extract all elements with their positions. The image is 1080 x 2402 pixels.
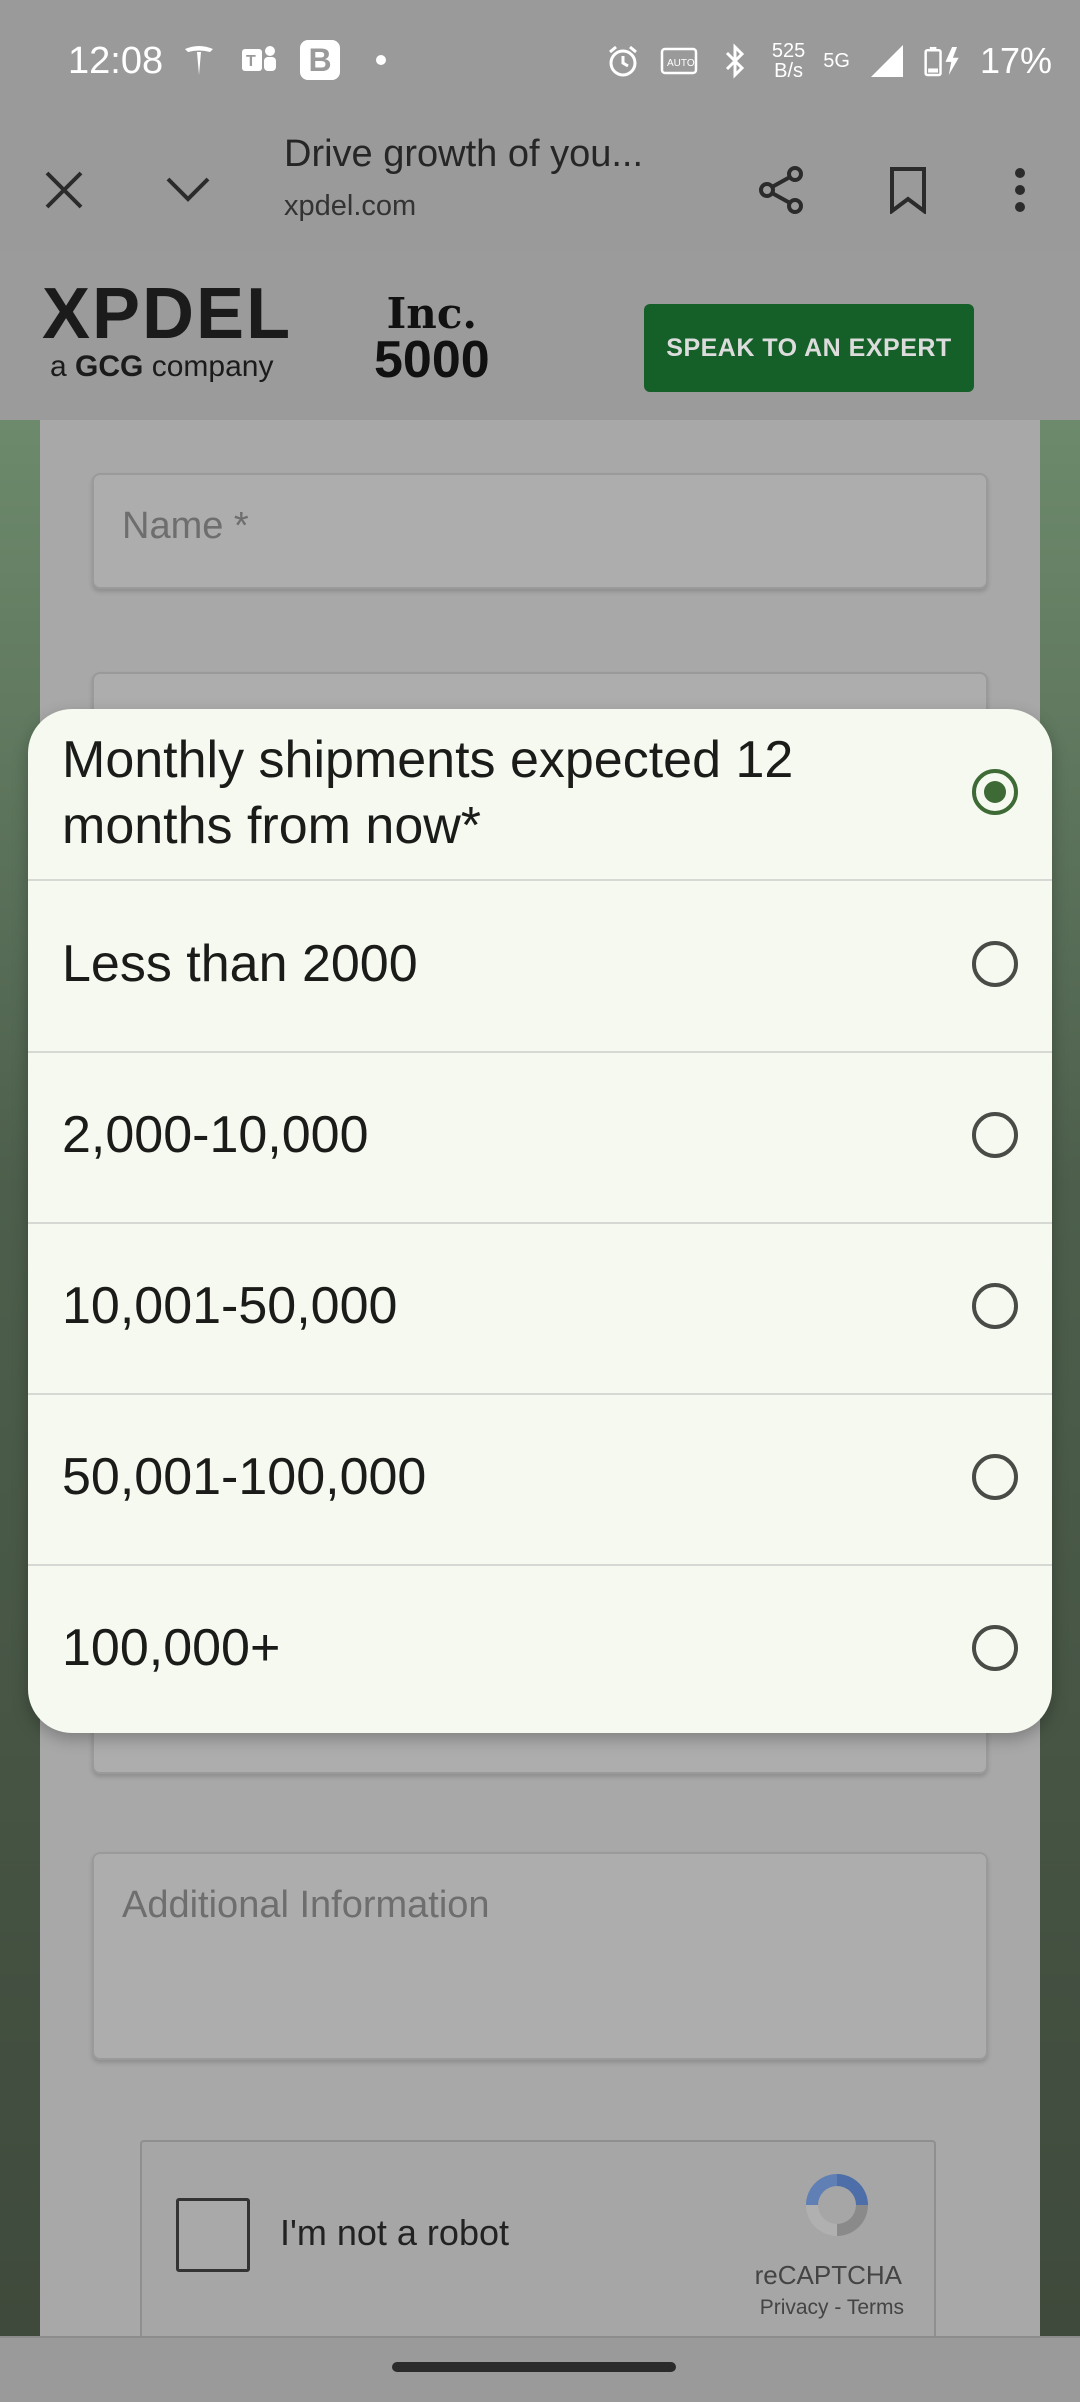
option-item[interactable]: 50,001-100,000 bbox=[28, 1394, 1052, 1566]
status-time: 12:08 bbox=[68, 40, 164, 82]
name-placeholder: Name * bbox=[122, 505, 249, 547]
notification-icons: T B bbox=[180, 40, 400, 80]
dot-icon bbox=[362, 41, 400, 79]
tesla-icon bbox=[180, 41, 218, 79]
recaptcha-label: I'm not a robot bbox=[280, 2212, 509, 2253]
share-button[interactable] bbox=[740, 148, 824, 232]
option-item[interactable]: 10,001-50,000 bbox=[28, 1223, 1052, 1395]
home-gesture-bar[interactable] bbox=[392, 2362, 676, 2372]
battery-percent: 17% bbox=[979, 40, 1052, 81]
net-speed: 525 B/s bbox=[772, 41, 805, 81]
option-item[interactable]: Monthly shipments expected 12 months fro… bbox=[28, 709, 1052, 881]
more-options-button[interactable] bbox=[978, 148, 1062, 232]
additional-info-field[interactable]: Additional Information bbox=[92, 1852, 988, 2060]
radio-unchecked-icon[interactable] bbox=[972, 1454, 1018, 1500]
radio-unchecked-icon[interactable] bbox=[972, 1625, 1018, 1671]
additional-info-placeholder: Additional Information bbox=[122, 1884, 490, 1926]
option-item[interactable]: Less than 2000 bbox=[28, 881, 1052, 1053]
recaptcha-links[interactable]: Privacy - Terms bbox=[760, 2296, 904, 2320]
signal-icon bbox=[868, 42, 906, 80]
battery-charging-icon bbox=[924, 42, 962, 80]
logo-tagline: a GCG company bbox=[50, 350, 292, 384]
network-type: 5G bbox=[823, 50, 850, 72]
recaptcha-brand: reCAPTCHA bbox=[754, 2260, 902, 2290]
bookmark-icon bbox=[890, 167, 926, 214]
option-label: Less than 2000 bbox=[62, 935, 418, 993]
recaptcha-icon bbox=[806, 2174, 868, 2236]
svg-text:T: T bbox=[246, 53, 256, 70]
tagline-bold: GCG bbox=[75, 350, 144, 383]
option-label: 100,000+ bbox=[62, 1619, 281, 1677]
net-speed-value: 525 bbox=[771, 40, 806, 62]
auto-hz-icon: AUTO bbox=[660, 42, 698, 80]
speak-to-expert-button[interactable]: SPEAK TO AN EXPERT bbox=[644, 304, 974, 392]
tagline-prefix: a bbox=[50, 350, 67, 383]
inc-5000-badge: Inc. 5000 bbox=[374, 289, 490, 389]
chevron-down-icon bbox=[166, 177, 210, 202]
radio-unchecked-icon[interactable] bbox=[972, 941, 1018, 987]
inc-number: 5000 bbox=[374, 331, 490, 389]
bluetooth-icon bbox=[716, 42, 754, 80]
system-nav-bar bbox=[0, 2336, 1080, 2402]
option-label: 50,001-100,000 bbox=[62, 1448, 427, 1506]
tagline-suffix: company bbox=[151, 350, 274, 383]
recaptcha-widget: I'm not a robot reCAPTCHA Privacy - Term… bbox=[140, 2140, 936, 2340]
status-bar: 12:08 T B AUTO 525 B/s 5G 17% bbox=[0, 0, 1080, 128]
b-app-icon: B bbox=[300, 40, 340, 80]
teams-icon: T bbox=[240, 41, 278, 79]
system-icons: AUTO 525 B/s 5G 17% bbox=[604, 40, 1052, 82]
option-item[interactable]: 100,000+ bbox=[28, 1565, 1052, 1733]
radio-unchecked-icon[interactable] bbox=[972, 1112, 1018, 1158]
page-url[interactable]: xpdel.com bbox=[284, 190, 416, 223]
option-label: 10,001-50,000 bbox=[62, 1277, 398, 1335]
recaptcha-checkbox[interactable] bbox=[176, 2198, 250, 2272]
close-icon bbox=[45, 171, 83, 209]
site-header: XPDEL a GCG company Inc. 5000 SPEAK TO A… bbox=[0, 252, 1080, 420]
share-icon bbox=[759, 166, 803, 214]
logo-wordmark: XPDEL bbox=[42, 274, 293, 354]
option-item[interactable]: 2,000-10,000 bbox=[28, 1052, 1052, 1224]
alarm-icon bbox=[604, 42, 642, 80]
inc-top: Inc. bbox=[386, 289, 478, 338]
radio-unchecked-icon[interactable] bbox=[972, 1283, 1018, 1329]
close-tab-button[interactable] bbox=[22, 148, 106, 232]
svg-text:AUTO: AUTO bbox=[667, 58, 695, 69]
more-vert-icon bbox=[1015, 168, 1025, 212]
option-label: 2,000-10,000 bbox=[62, 1106, 369, 1164]
name-field[interactable]: Name * bbox=[92, 473, 988, 589]
option-label: Monthly shipments expected 12 months fro… bbox=[62, 731, 794, 855]
bookmark-button[interactable] bbox=[866, 148, 950, 232]
minimize-tab-button[interactable] bbox=[146, 148, 230, 232]
radio-checked-icon[interactable] bbox=[972, 769, 1018, 815]
shipments-select-dialog: Monthly shipments expected 12 months fro… bbox=[28, 709, 1052, 1733]
page-title: Drive growth of you... bbox=[284, 133, 644, 175]
xpdel-logo[interactable]: XPDEL a GCG company bbox=[42, 274, 293, 384]
browser-toolbar: Drive growth of you... xpdel.com bbox=[0, 128, 1080, 254]
net-speed-unit: B/s bbox=[774, 60, 804, 82]
